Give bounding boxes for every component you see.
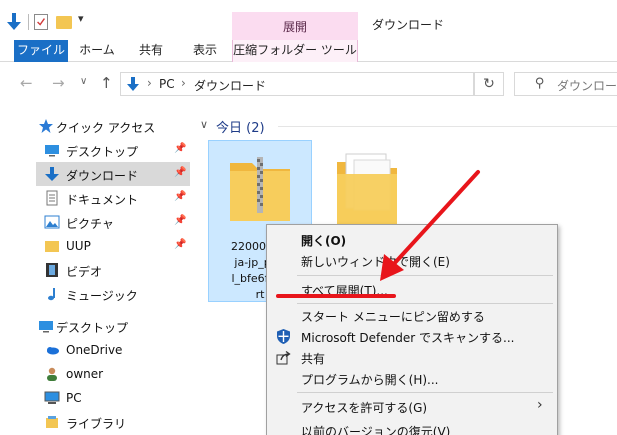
nav-item-downloads[interactable]: ダウンロード 📌 <box>36 162 190 186</box>
group-header[interactable]: 今日 (2) <box>216 117 265 136</box>
tab-compressed-folder-tools[interactable]: 圧縮フォルダー ツール <box>232 40 358 62</box>
qat-separator <box>28 14 29 30</box>
nav-item-owner[interactable]: owner <box>0 362 190 386</box>
download-arrow-icon[interactable] <box>6 12 22 32</box>
tab-file[interactable]: ファイル <box>14 40 68 62</box>
contextual-tab-header: 展開 <box>232 12 358 40</box>
music-icon <box>48 288 55 301</box>
nav-label: デスクトップ <box>56 321 129 335</box>
share-icon <box>276 350 291 365</box>
collapse-group-chevron-icon[interactable]: ∨ <box>200 118 208 131</box>
menu-item-share[interactable]: 共有 <box>267 347 557 368</box>
title-bar: ▾ 展開 ダウンロード <box>0 0 617 40</box>
folder-icon <box>45 241 59 252</box>
nav-label: ライブラリ <box>66 417 127 431</box>
navigation-pane: クイック アクセス デスクトップ 📌 ダウンロード 📌 ドキュメント 📌 ピクチ… <box>0 106 200 435</box>
menu-item-open-with[interactable]: プログラムから開く(H)... <box>267 368 557 389</box>
desktop-icon <box>39 321 53 333</box>
nav-item-onedrive[interactable]: OneDrive <box>0 338 190 362</box>
nav-label: PC <box>66 391 82 405</box>
tab-share[interactable]: 共有 <box>130 40 172 62</box>
star-icon <box>39 119 53 133</box>
cloud-icon <box>47 347 59 355</box>
user-icon <box>47 367 57 381</box>
tab-home[interactable]: ホーム <box>76 40 118 62</box>
menu-item-pin-to-start[interactable]: スタート メニューにピン留めする <box>267 305 557 326</box>
nav-item-uup[interactable]: UUP 📌 <box>0 234 190 258</box>
download-icon <box>45 167 59 181</box>
pc-icon <box>44 391 60 404</box>
new-folder-icon[interactable] <box>56 16 72 29</box>
nav-label: ダウンロード <box>66 169 139 183</box>
address-bar[interactable]: › PC › ダウンロード <box>120 72 474 96</box>
breadcrumb-chevron-icon[interactable]: › <box>147 76 152 90</box>
defender-shield-icon <box>277 329 290 344</box>
submenu-chevron-icon: › <box>537 397 543 413</box>
search-placeholder: ダウンロードの検索 <box>557 79 617 93</box>
nav-item-pictures[interactable]: ピクチャ 📌 <box>0 210 190 234</box>
ribbon-tabs: ファイル ホーム 共有 表示 圧縮フォルダー ツール <box>0 40 617 62</box>
annotation-underline <box>276 294 396 298</box>
video-icon <box>46 263 58 277</box>
nav-item-desktop[interactable]: デスクトップ 📌 <box>0 138 190 162</box>
properties-icon[interactable] <box>34 14 48 30</box>
library-icon <box>46 416 58 428</box>
nav-label: クイック アクセス <box>56 121 156 135</box>
breadcrumb-pc[interactable]: PC <box>159 77 175 91</box>
pin-icon[interactable]: 📌 <box>174 239 186 250</box>
menu-separator <box>297 275 553 276</box>
nav-item-quick-access[interactable]: クイック アクセス <box>0 114 190 138</box>
download-folder-icon <box>127 77 139 91</box>
menu-item-restore-previous-versions[interactable]: 以前のバージョンの復元(V) <box>267 420 557 435</box>
refresh-icon[interactable]: ↻ <box>474 72 504 96</box>
search-input[interactable]: ⚲ ダウンロードの検索 <box>514 72 617 96</box>
customize-qat-icon[interactable]: ▾ <box>78 12 92 25</box>
pictures-icon <box>44 215 60 229</box>
menu-separator <box>297 392 553 393</box>
nav-item-music[interactable]: ミュージック <box>0 282 190 306</box>
menu-item-give-access[interactable]: アクセスを許可する(G) › <box>267 396 557 417</box>
nav-label: ピクチャ <box>66 217 114 231</box>
nav-item-pc[interactable]: PC <box>0 386 190 410</box>
breadcrumb-chevron-icon[interactable]: › <box>181 76 186 90</box>
nav-item-videos[interactable]: ビデオ <box>0 258 190 282</box>
zip-folder-icon <box>230 157 290 221</box>
breadcrumb-downloads[interactable]: ダウンロード <box>194 77 266 94</box>
nav-item-documents[interactable]: ドキュメント 📌 <box>0 186 190 210</box>
tab-view[interactable]: 表示 <box>184 40 226 62</box>
nav-label: ミュージック <box>66 289 138 303</box>
nav-label: owner <box>66 367 104 381</box>
contextual-tab-label: 展開 <box>282 20 307 34</box>
context-menu: 開く(O) 新しいウィンドウで開く(E) すべて展開(T)... スタート メニ… <box>266 224 558 435</box>
back-arrow-icon[interactable]: ← <box>20 74 33 92</box>
forward-arrow-icon[interactable]: → <box>52 74 65 92</box>
nav-item-desktop-root[interactable]: デスクトップ <box>0 314 190 338</box>
address-row: ← → ∨ ↑ › PC › ダウンロード ↻ ⚲ ダウンロードの検索 <box>0 62 617 106</box>
nav-label: ドキュメント <box>66 193 139 207</box>
recent-locations-chevron-icon[interactable]: ∨ <box>80 76 87 87</box>
nav-item-library[interactable]: ライブラリ <box>0 410 190 434</box>
menu-item-open-new-window[interactable]: 新しいウィンドウで開く(E) <box>267 250 557 271</box>
pin-icon[interactable]: 📌 <box>174 167 186 178</box>
desktop-icon <box>45 145 59 157</box>
nav-label: デスクトップ <box>66 145 139 159</box>
nav-label: ビデオ <box>66 265 103 279</box>
nav-label: OneDrive <box>66 343 123 357</box>
up-arrow-icon[interactable]: ↑ <box>100 74 113 92</box>
menu-item-open[interactable]: 開く(O) <box>267 229 557 250</box>
pin-icon[interactable]: 📌 <box>174 143 186 154</box>
group-divider <box>278 126 617 127</box>
nav-label: UUP <box>66 239 91 253</box>
menu-item-defender-scan[interactable]: Microsoft Defender でスキャンする... <box>267 326 557 347</box>
pin-icon[interactable]: 📌 <box>174 215 186 226</box>
documents-icon <box>46 190 58 206</box>
menu-separator <box>297 303 553 304</box>
search-icon: ⚲ <box>535 76 545 91</box>
window-title: ダウンロード <box>372 18 445 32</box>
folder-with-files-icon[interactable] <box>334 148 400 228</box>
pin-icon[interactable]: 📌 <box>174 191 186 202</box>
